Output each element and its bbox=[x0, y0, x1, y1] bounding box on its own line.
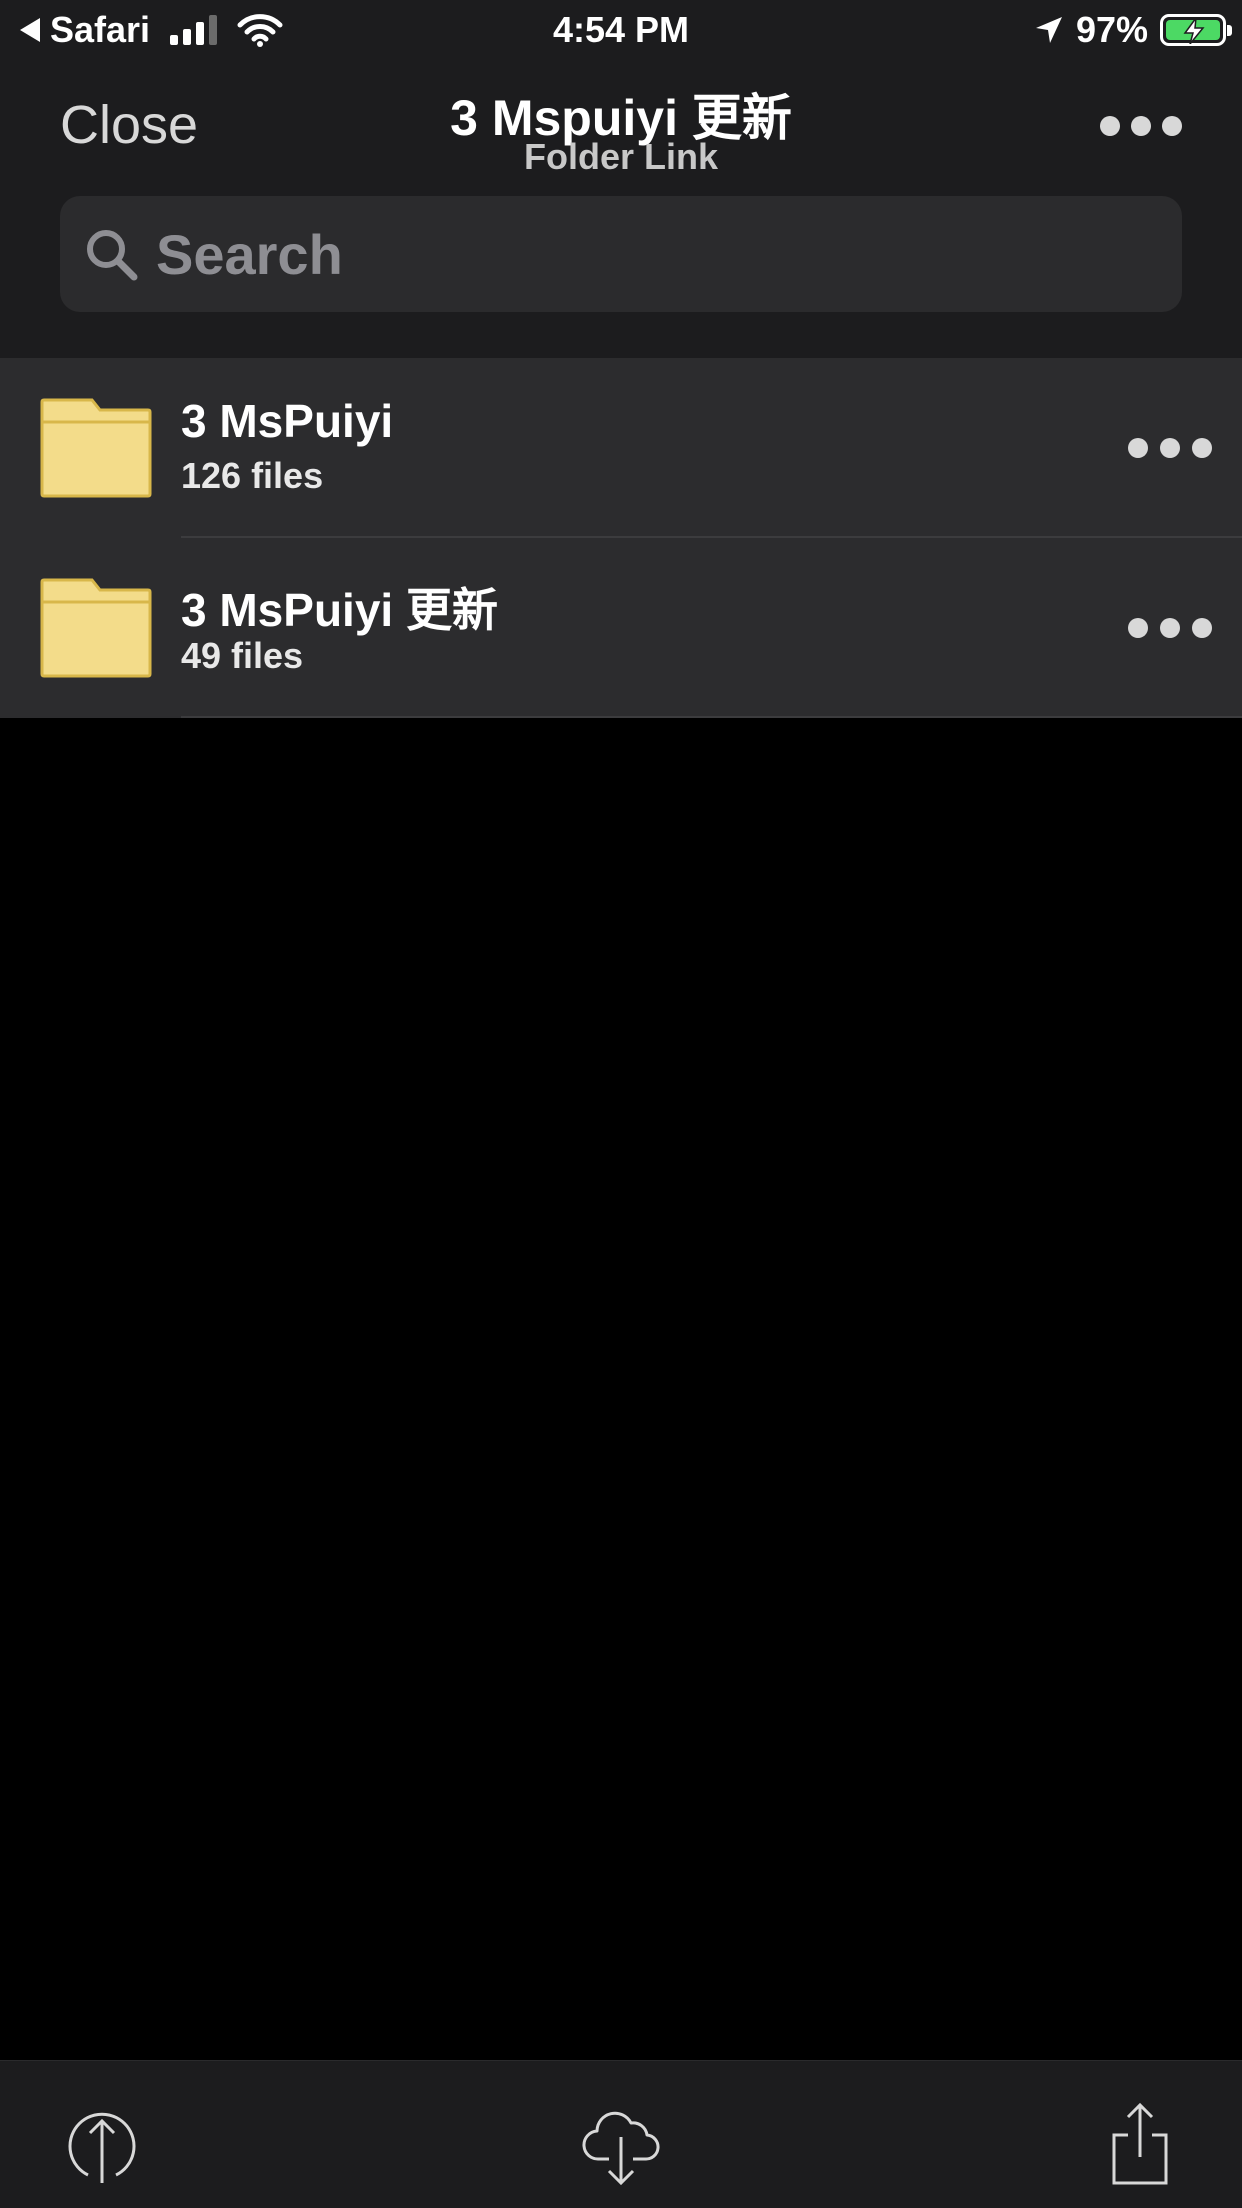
more-dots-icon[interactable] bbox=[1128, 618, 1212, 638]
list-item[interactable]: 3 MsPuiyi 更新 49 files bbox=[0, 538, 1242, 718]
folder-icon bbox=[40, 578, 152, 678]
folder-file-count: 126 files bbox=[181, 455, 324, 496]
folder-name: 3 MsPuiyi bbox=[181, 395, 394, 447]
list-item[interactable]: 3 MsPuiyi 126 files bbox=[0, 358, 1242, 538]
status-right: 97% bbox=[1034, 8, 1232, 52]
more-dots-icon[interactable] bbox=[1100, 116, 1182, 136]
upload-button[interactable] bbox=[60, 2101, 144, 2185]
cloud-download-icon bbox=[582, 2111, 660, 2185]
download-button[interactable] bbox=[579, 2101, 663, 2185]
page-subtitle: Folder Link bbox=[523, 136, 718, 177]
folder-icon bbox=[40, 398, 152, 498]
search-input[interactable] bbox=[156, 221, 1056, 287]
search-icon bbox=[87, 230, 138, 281]
nav-header: Close 3 Mspuiyi 更新 Folder Link bbox=[0, 60, 1242, 358]
share-button[interactable] bbox=[1098, 2101, 1182, 2185]
upload-icon bbox=[68, 2112, 136, 2183]
share-icon bbox=[1112, 2102, 1168, 2185]
location-icon bbox=[1035, 17, 1062, 43]
more-dots-icon[interactable] bbox=[1128, 438, 1212, 458]
divider bbox=[181, 716, 1242, 718]
folder-name: 3 MsPuiyi 更新 bbox=[181, 584, 498, 636]
search-bar[interactable] bbox=[60, 196, 1182, 312]
bottom-toolbar bbox=[0, 2060, 1242, 2208]
status-bar: Safari 4:54 PM 97% bbox=[0, 0, 1242, 60]
battery-percent: 97% bbox=[1075, 9, 1148, 50]
battery-charging-icon bbox=[1160, 14, 1232, 46]
folder-file-count: 49 files bbox=[181, 635, 304, 676]
folder-list: 3 MsPuiyi 126 files 3 MsPuiyi 更新 49 file… bbox=[0, 358, 1242, 718]
